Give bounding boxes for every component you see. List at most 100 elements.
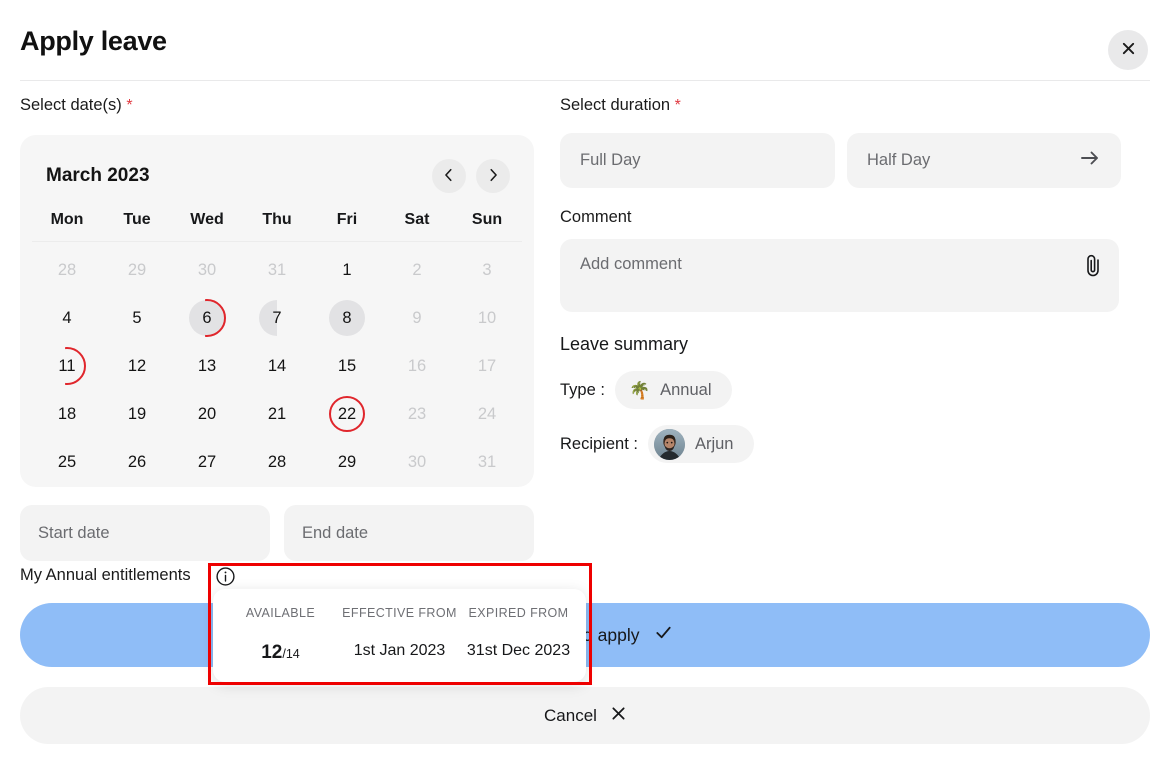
calendar-day-number: 18 xyxy=(58,405,76,424)
calendar-day-31[interactable]: 31 xyxy=(452,438,522,486)
required-asterisk: * xyxy=(675,97,681,114)
cancel-label: Cancel xyxy=(544,706,597,726)
info-icon[interactable] xyxy=(216,567,235,586)
calendar-day-number: 2 xyxy=(412,261,421,280)
select-duration-label: Select duration * xyxy=(560,96,1140,115)
calendar-day-number: 14 xyxy=(268,357,286,376)
calendar-day-16[interactable]: 16 xyxy=(382,342,452,390)
calendar-day-29[interactable]: 29 xyxy=(102,246,172,294)
popover-value-available: 12/14 xyxy=(221,642,340,664)
calendar-day-15[interactable]: 15 xyxy=(312,342,382,390)
calendar-day-12[interactable]: 12 xyxy=(102,342,172,390)
calendar-day-20[interactable]: 20 xyxy=(172,390,242,438)
select-dates-section: Select date(s) * March 2023 xyxy=(20,96,534,561)
duration-option-label: Half Day xyxy=(867,151,930,170)
available-count: 12 xyxy=(261,642,282,663)
leave-details-section: Select duration * Full Day Half Day Comm… xyxy=(560,96,1140,463)
calendar-day-23[interactable]: 23 xyxy=(382,390,452,438)
calendar-day-number: 30 xyxy=(198,261,216,280)
calendar-day-9[interactable]: 9 xyxy=(382,294,452,342)
calendar-day-2[interactable]: 2 xyxy=(382,246,452,294)
calendar-weekday-wed: Wed xyxy=(172,211,242,229)
calendar-day-number: 9 xyxy=(412,309,421,328)
calendar-prev-button[interactable] xyxy=(432,159,466,193)
calendar-day-7[interactable]: 7 xyxy=(242,294,312,342)
calendar-day-18[interactable]: 18 xyxy=(32,390,102,438)
calendar-day-5[interactable]: 5 xyxy=(102,294,172,342)
calendar-day-30[interactable]: 30 xyxy=(382,438,452,486)
calendar-day-19[interactable]: 19 xyxy=(102,390,172,438)
summary-row-recipient: Recipient : xyxy=(560,425,1140,463)
calendar-weekday-tue: Tue xyxy=(102,211,172,229)
type-label: Type : xyxy=(560,381,605,400)
start-date-input[interactable]: Start date xyxy=(20,505,270,561)
paperclip-icon[interactable] xyxy=(1083,253,1103,279)
popover-header-available: AVAILABLE xyxy=(221,606,340,620)
calendar-day-22[interactable]: 22 xyxy=(312,390,382,438)
calendar-weekday-thu: Thu xyxy=(242,211,312,229)
calendar-weekday-sat: Sat xyxy=(382,211,452,229)
calendar-day-24[interactable]: 24 xyxy=(452,390,522,438)
calendar-day-number: 1 xyxy=(342,261,351,280)
recipient-label: Recipient : xyxy=(560,435,638,454)
calendar-day-28[interactable]: 28 xyxy=(32,246,102,294)
calendar-day-1[interactable]: 1 xyxy=(312,246,382,294)
calendar-weekday-mon: Mon xyxy=(32,211,102,229)
leave-summary-title: Leave summary xyxy=(560,334,1140,355)
comment-input[interactable]: Add comment xyxy=(560,239,1119,312)
calendar-day-6[interactable]: 6 xyxy=(172,294,242,342)
calendar-day-8[interactable]: 8 xyxy=(312,294,382,342)
calendar-day-25[interactable]: 25 xyxy=(32,438,102,486)
calendar-day-number: 5 xyxy=(132,309,141,328)
popover-value-effective-from: 1st Jan 2023 xyxy=(340,642,459,664)
available-total: /14 xyxy=(282,647,299,661)
calendar-weekday-sun: Sun xyxy=(452,211,522,229)
calendar-day-26[interactable]: 26 xyxy=(102,438,172,486)
required-asterisk: * xyxy=(126,97,132,114)
calendar-day-number: 29 xyxy=(128,261,146,280)
calendar-day-14[interactable]: 14 xyxy=(242,342,312,390)
calendar-day-27[interactable]: 27 xyxy=(172,438,242,486)
chevron-right-icon xyxy=(486,168,500,185)
end-date-input[interactable]: End date xyxy=(284,505,534,561)
duration-options: Full Day Half Day xyxy=(560,133,1140,188)
calendar-day-number: 17 xyxy=(478,357,496,376)
calendar-day-number: 15 xyxy=(338,357,356,376)
calendar-day-28[interactable]: 28 xyxy=(242,438,312,486)
chevron-left-icon xyxy=(442,168,456,185)
calendar-day-11[interactable]: 11 xyxy=(32,342,102,390)
calendar-day-number: 29 xyxy=(338,453,356,472)
check-icon xyxy=(654,623,673,647)
duration-option-full-day[interactable]: Full Day xyxy=(560,133,835,188)
popover-header-effective-from: EFFECTIVE FROM xyxy=(340,606,459,620)
calendar-day-10[interactable]: 10 xyxy=(452,294,522,342)
calendar-day-3[interactable]: 3 xyxy=(452,246,522,294)
calendar-day-13[interactable]: 13 xyxy=(172,342,242,390)
calendar-day-number: 20 xyxy=(198,405,216,424)
calendar-day-number: 11 xyxy=(58,357,75,376)
calendar-day-31[interactable]: 31 xyxy=(242,246,312,294)
close-icon xyxy=(611,706,626,726)
page-title: Apply leave xyxy=(20,26,167,57)
popover-header-expired-from: EXPIRED FROM xyxy=(459,606,578,620)
avatar xyxy=(654,429,685,460)
calendar-next-button[interactable] xyxy=(476,159,510,193)
duration-option-half-day[interactable]: Half Day xyxy=(847,133,1121,188)
calendar-day-17[interactable]: 17 xyxy=(452,342,522,390)
cancel-button[interactable]: Cancel xyxy=(20,687,1150,744)
calendar-month-label: March 2023 xyxy=(46,165,150,187)
calendar-day-4[interactable]: 4 xyxy=(32,294,102,342)
leave-type-chip[interactable]: 🌴 Annual xyxy=(615,371,732,409)
calendar-day-number: 27 xyxy=(198,453,216,472)
recipient-chip[interactable]: Arjun xyxy=(648,425,754,463)
duration-option-label: Full Day xyxy=(580,151,641,170)
calendar-day-29[interactable]: 29 xyxy=(312,438,382,486)
close-dialog-button[interactable] xyxy=(1108,30,1148,70)
calendar-day-number: 31 xyxy=(478,453,496,472)
calendar-day-number: 12 xyxy=(128,357,146,376)
calendar-day-number: 30 xyxy=(408,453,426,472)
calendar-day-30[interactable]: 30 xyxy=(172,246,242,294)
calendar-day-21[interactable]: 21 xyxy=(242,390,312,438)
calendar-day-grid: 2829303112345678910111213141516171819202… xyxy=(32,246,522,486)
apply-leave-dialog: Apply leave Select date(s) * March 2023 xyxy=(0,0,1170,772)
